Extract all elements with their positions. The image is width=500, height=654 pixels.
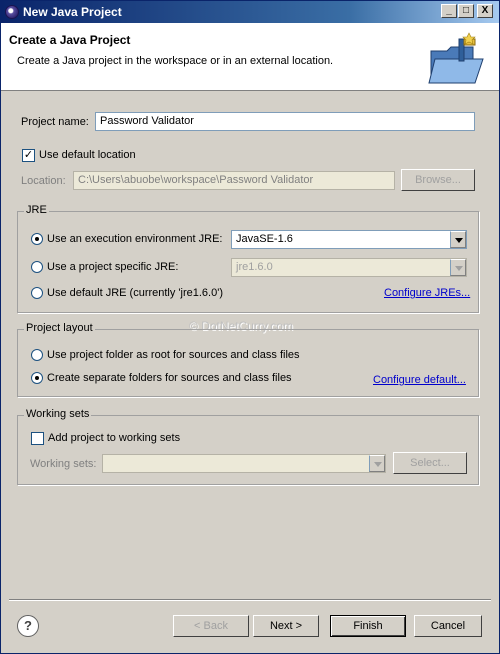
use-default-location-label: Use default location <box>39 149 136 161</box>
project-layout-group <box>17 329 479 397</box>
jre-specific-radio[interactable] <box>31 261 43 273</box>
jre-env-radio[interactable] <box>31 233 43 245</box>
next-button[interactable]: Next > <box>253 615 319 637</box>
chevron-down-icon[interactable] <box>369 455 385 472</box>
new-java-project-dialog: New Java Project _ □ X Create a Java Pro… <box>0 0 500 654</box>
chevron-down-icon[interactable] <box>450 259 466 276</box>
wizard-title: Create a Java Project <box>9 33 131 47</box>
back-button[interactable]: < Back <box>173 615 249 637</box>
jre-specific-label: Use a project specific JRE: <box>47 261 179 273</box>
add-to-working-sets-checkbox[interactable] <box>31 432 44 445</box>
eclipse-icon <box>5 5 19 19</box>
minimize-button[interactable]: _ <box>441 4 457 18</box>
jre-specific-select[interactable]: jre1.6.0 <box>231 258 467 277</box>
browse-button[interactable]: Browse... <box>401 169 475 191</box>
jre-default-radio[interactable] <box>31 287 43 299</box>
project-name-input[interactable]: Password Validator <box>95 112 475 131</box>
jre-env-label: Use an execution environment JRE: <box>47 233 223 245</box>
project-name-label: Project name: <box>21 116 89 128</box>
window-title: New Java Project <box>23 5 122 19</box>
jre-group-title: JRE <box>24 204 49 216</box>
footer-separator <box>9 599 491 601</box>
maximize-button[interactable]: □ <box>458 4 474 18</box>
configure-jres-link[interactable]: Configure JREs... <box>384 287 470 299</box>
select-working-sets-button[interactable]: Select... <box>393 452 467 474</box>
jre-env-select[interactable]: JavaSE-1.6 <box>231 230 467 249</box>
title-bar: New Java Project _ □ X <box>1 1 499 23</box>
wizard-description: Create a Java project in the workspace o… <box>17 55 334 67</box>
finish-button[interactable]: Finish <box>330 615 406 637</box>
close-button[interactable]: X <box>477 4 493 18</box>
wizard-header: Create a Java Project Create a Java proj… <box>1 23 499 91</box>
working-sets-select[interactable] <box>102 454 386 473</box>
location-input[interactable]: C:\Users\abuobe\workspace\Password Valid… <box>73 171 395 190</box>
cancel-button[interactable]: Cancel <box>414 615 482 637</box>
project-layout-group-title: Project layout <box>24 322 95 334</box>
help-icon[interactable]: ? <box>17 615 39 637</box>
layout-root-label: Use project folder as root for sources a… <box>47 349 300 361</box>
working-sets-group <box>17 415 479 485</box>
new-java-project-folder-icon <box>425 31 489 87</box>
jre-specific-select-value: jre1.6.0 <box>236 261 273 273</box>
add-to-working-sets-label: Add project to working sets <box>48 432 181 444</box>
chevron-down-icon[interactable] <box>450 231 466 248</box>
checkmark-icon: ✓ <box>23 149 34 161</box>
layout-separate-label: Create separate folders for sources and … <box>47 372 292 384</box>
layout-root-radio[interactable] <box>31 349 43 361</box>
layout-separate-radio[interactable] <box>31 372 43 384</box>
jre-default-label: Use default JRE (currently 'jre1.6.0') <box>47 287 223 299</box>
use-default-location-checkbox[interactable]: ✓ <box>22 149 35 162</box>
working-sets-label: Working sets: <box>30 458 97 470</box>
configure-default-link[interactable]: Configure default... <box>373 374 466 386</box>
working-sets-group-title: Working sets <box>24 408 92 420</box>
jre-env-select-value: JavaSE-1.6 <box>236 233 293 245</box>
location-label: Location: <box>21 175 66 187</box>
